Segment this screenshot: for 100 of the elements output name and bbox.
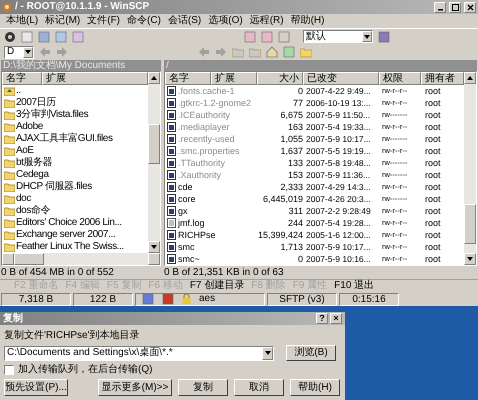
square-icon[interactable] — [278, 30, 290, 42]
file-list-item[interactable]: AJAX工具丰富GUI.files — [2, 133, 148, 145]
menu-item[interactable]: 选项(O) — [208, 16, 243, 26]
file-list-item[interactable]: 3分审判Vista.files — [2, 109, 148, 121]
square-icon[interactable] — [378, 30, 390, 42]
square-icon[interactable] — [38, 30, 50, 42]
file-owner: root — [424, 134, 441, 144]
path-bar: / — [164, 60, 477, 71]
file-name: gx — [178, 206, 188, 216]
column-header[interactable]: 名字 — [165, 72, 211, 85]
dialog-button[interactable]: 帮助(H) — [290, 379, 340, 396]
maximize-icon — [452, 4, 458, 10]
file-list-item[interactable]: Feather Linux The Swiss... — [2, 241, 148, 253]
menu-item[interactable]: 本地(L) — [6, 16, 38, 26]
scroll-down-icon[interactable] — [151, 245, 157, 249]
arrow-right-icon[interactable] — [215, 46, 227, 58]
vertical-scrollbar[interactable] — [148, 72, 160, 253]
scroll-up-icon[interactable] — [467, 76, 473, 80]
column-header[interactable]: 已改变 — [303, 72, 379, 85]
file-name: .fonts.cache-1 — [178, 86, 235, 96]
target-combo[interactable]: C:\Documents and Settings\x\桌面\*.* — [4, 346, 274, 360]
drive-dropdown[interactable]: D — [4, 46, 34, 58]
file-date: 2007-4-29 14:3... — [306, 182, 371, 192]
cipher-label: aes — [199, 294, 216, 304]
square-icon[interactable] — [72, 30, 84, 42]
scroll-down-icon[interactable] — [467, 257, 473, 261]
file-size: 311 — [288, 206, 303, 216]
function-key-button[interactable]: F7 创建目录 — [190, 281, 244, 291]
window-title: / - ROOT@10.1.1.9 - WinSCP — [15, 2, 150, 12]
dialog-button[interactable]: 预先设置(P)... — [4, 379, 68, 396]
file-owner: root — [424, 122, 441, 132]
vertical-scrollbar[interactable] — [464, 72, 476, 265]
arrow-right-icon[interactable] — [56, 46, 68, 58]
folder-icon — [4, 218, 15, 228]
horizontal-scrollbar[interactable] — [2, 253, 160, 265]
home-icon[interactable] — [266, 46, 278, 58]
minimize-button[interactable] — [434, 2, 446, 12]
dialog-button[interactable]: 复制 — [178, 379, 228, 396]
column-header[interactable]: 扩展 — [211, 72, 257, 85]
browse-button[interactable]: 浏览(B) — [286, 345, 336, 361]
square-icon[interactable] — [283, 46, 295, 58]
file-size: 15,399,424 — [258, 230, 303, 240]
square-icon[interactable] — [21, 30, 33, 42]
caret-icon — [364, 34, 370, 38]
menu-item[interactable]: 命令(C) — [127, 16, 161, 26]
file-owner: root — [424, 254, 441, 264]
file-owner: root — [424, 98, 441, 108]
column-header[interactable]: 扩展 — [42, 72, 148, 85]
square-icon[interactable] — [142, 293, 154, 305]
column-header[interactable]: 名字 — [2, 72, 42, 85]
file-owner: root — [424, 182, 441, 192]
profile-dropdown[interactable]: 默认 — [303, 30, 373, 43]
column-header[interactable]: 权限 — [379, 72, 421, 85]
file-list-item[interactable]: AoE — [2, 145, 148, 157]
square-icon[interactable] — [244, 30, 256, 42]
file-list-item[interactable]: doc — [2, 193, 148, 205]
file-list-item[interactable]: Exchange server 2007... — [2, 229, 148, 241]
file-name: .gtkrc-1.2-gnome2 — [178, 98, 252, 108]
folder-icon[interactable] — [232, 46, 244, 58]
scroll-thumb[interactable] — [148, 124, 160, 164]
menu-item[interactable]: 帮助(H) — [290, 16, 324, 26]
maximize-button[interactable] — [449, 2, 461, 12]
square-icon[interactable] — [162, 293, 174, 305]
menu-item[interactable]: 文件(F) — [87, 16, 120, 26]
folder-icon[interactable] — [249, 46, 261, 58]
file-size: 1,637 — [280, 146, 303, 156]
file-list-item[interactable]: 2007日历 — [2, 97, 148, 109]
file-date: 2007-5-8 19:48... — [306, 158, 371, 168]
help-button[interactable]: ? — [316, 313, 328, 324]
function-key-button[interactable]: F10 退出 — [334, 281, 374, 291]
file-list-item[interactable]: bt服务器 — [2, 157, 148, 169]
dialog-label: 复制文件'RICHPse'到本地目录 — [4, 331, 140, 341]
scroll-thumb[interactable] — [464, 204, 476, 244]
column-header[interactable]: 大小 — [257, 72, 303, 85]
menu-item[interactable]: 远程(R) — [250, 16, 284, 26]
dialog-button[interactable]: 显示更多(M)>> — [98, 379, 172, 396]
file-list-item[interactable]: .. — [2, 85, 148, 97]
arrow-left-icon[interactable] — [39, 46, 51, 58]
menu-item[interactable]: 会话(S) — [168, 16, 202, 26]
file-size: 0 — [298, 254, 303, 264]
dialog-button[interactable]: 取消 — [234, 379, 284, 396]
file-list-item[interactable]: Cedega — [2, 169, 148, 181]
file-list-item[interactable]: Adobe — [2, 121, 148, 133]
square-icon[interactable] — [261, 30, 273, 42]
column-header[interactable]: 拥有者 — [421, 72, 464, 85]
panel-status: 0 B of 454 MB in 0 of 552 — [1, 266, 115, 279]
queue-checkbox[interactable] — [4, 365, 14, 375]
file-list-item[interactable]: dos命令 — [2, 205, 148, 217]
folder-icon[interactable] — [300, 46, 312, 58]
close-button[interactable]: × — [330, 313, 342, 324]
file-date: 2007-5-5 19:19... — [306, 146, 371, 156]
file-date: 2007-5-4 19:33... — [306, 122, 371, 132]
file-list-item[interactable]: DHCP 伺服器.files — [2, 181, 148, 193]
close-button[interactable] — [464, 2, 476, 12]
file-name: core — [178, 194, 196, 204]
file-list-item[interactable]: Editors' Choice 2006 Lin... — [2, 217, 148, 229]
arrow-left-icon[interactable] — [198, 46, 210, 58]
scroll-up-icon[interactable] — [151, 76, 157, 80]
square-icon[interactable] — [55, 30, 67, 42]
menu-item[interactable]: 标记(M) — [45, 16, 80, 26]
